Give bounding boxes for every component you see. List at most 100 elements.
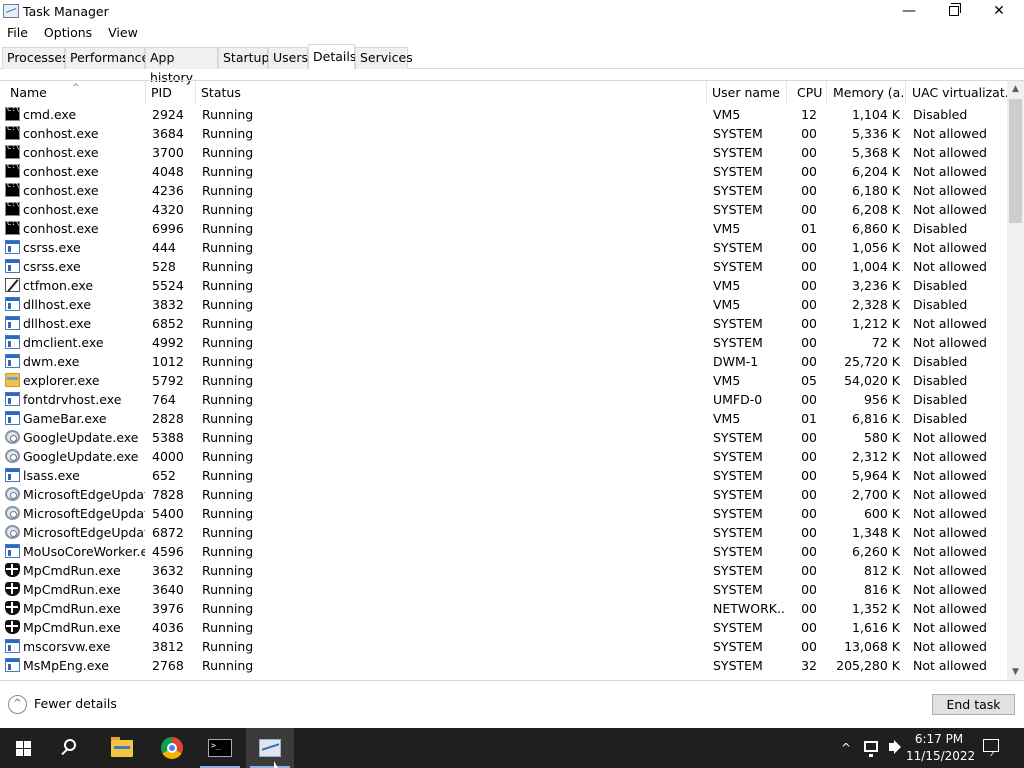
process-memory: 2,328 K — [852, 297, 900, 312]
process-status: Running — [202, 278, 254, 293]
search-button[interactable] — [48, 728, 96, 768]
table-row[interactable]: mscorsvw.exe 3812 Running SYSTEM 00 13,068 K N… — [0, 637, 1007, 656]
column-header-cpu[interactable]: CPU — [792, 81, 827, 105]
tab-app-history[interactable]: App history — [145, 47, 218, 85]
table-row[interactable]: conhost.exe 4320 Running SYSTEM 00 6,208 K Not… — [0, 200, 1007, 219]
column-header-name[interactable]: Name ^ — [5, 81, 146, 105]
table-row[interactable]: GameBar.exe 2828 Running VM5 01 6,816 K Disabl… — [0, 409, 1007, 428]
menu-options[interactable]: Options — [36, 24, 100, 44]
table-row[interactable]: fontdrvhost.exe 764 Running UMFD-0 00 956 K Di… — [0, 390, 1007, 409]
process-name: csrss.exe — [23, 240, 81, 255]
taskbar-command-prompt[interactable] — [196, 728, 244, 768]
table-row[interactable]: conhost.exe 3700 Running SYSTEM 00 5,368 K Not… — [0, 143, 1007, 162]
task-manager-icon — [3, 4, 19, 18]
taskbar-file-explorer[interactable] — [98, 728, 146, 768]
process-name: conhost.exe — [23, 164, 99, 179]
table-row[interactable]: MicrosoftEdgeUpdat... 7828 Running SYSTEM 00… — [0, 485, 1007, 504]
volume-tray[interactable] — [886, 728, 906, 768]
table-row[interactable]: ctfmon.exe 5524 Running VM5 00 3,236 K Disable… — [0, 276, 1007, 295]
table-row[interactable]: dllhost.exe 3832 Running VM5 00 2,328 K Disabl… — [0, 295, 1007, 314]
process-memory: 1,212 K — [852, 316, 900, 331]
process-user-name: SYSTEM — [713, 202, 763, 217]
action-center-button[interactable] — [980, 738, 1002, 758]
minimize-button[interactable]: — — [886, 0, 932, 24]
column-header-memory[interactable]: Memory (a... — [828, 81, 906, 105]
fewer-details-icon[interactable]: ^ — [8, 695, 27, 714]
process-status: Running — [202, 411, 254, 426]
column-header-status[interactable]: Status — [196, 81, 707, 105]
table-row[interactable]: MpCmdRun.exe 3976 Running NETWORK... 00 1,352… — [0, 599, 1007, 618]
process-pid: 2768 — [152, 658, 184, 673]
process-uac: Not allowed — [913, 468, 987, 483]
table-row[interactable]: lsass.exe 652 Running SYSTEM 00 5,964 K Not al… — [0, 466, 1007, 485]
menu-view[interactable]: View — [100, 24, 146, 44]
fewer-details-link[interactable]: Fewer details — [34, 696, 117, 711]
tab-startup[interactable]: Startup — [218, 47, 269, 69]
table-row[interactable]: MsMpEng.exe 2768 Running SYSTEM 32 205,280 K N… — [0, 656, 1007, 675]
scroll-thumb[interactable] — [1009, 99, 1022, 223]
table-row[interactable]: MoUsoCoreWorker.e... 4596 Running SYSTEM 00 6… — [0, 542, 1007, 561]
process-pid: 2828 — [152, 411, 184, 426]
table-row[interactable]: MpCmdRun.exe 4036 Running SYSTEM 00 1,616 K No… — [0, 618, 1007, 637]
gear-process-icon — [5, 430, 20, 444]
table-row[interactable]: csrss.exe 444 Running SYSTEM 00 1,056 K Not al… — [0, 238, 1007, 257]
scroll-up-icon[interactable]: ▲ — [1007, 81, 1024, 98]
gear-process-icon — [5, 487, 20, 501]
taskbar-task-manager[interactable] — [246, 728, 294, 768]
table-row[interactable]: GoogleUpdate.exe 5388 Running SYSTEM 00 580 K… — [0, 428, 1007, 447]
process-uac: Not allowed — [913, 544, 987, 559]
end-task-button[interactable]: End task — [932, 694, 1015, 715]
menu-file[interactable]: File — [0, 24, 36, 44]
process-status: Running — [202, 620, 254, 635]
table-row[interactable]: conhost.exe 6996 Running VM5 01 6,860 K Disabl… — [0, 219, 1007, 238]
scroll-down-icon[interactable]: ▼ — [1007, 664, 1024, 681]
process-uac: Disabled — [913, 221, 968, 236]
table-row[interactable]: csrss.exe 528 Running SYSTEM 00 1,004 K Not al… — [0, 257, 1007, 276]
column-header-user-name[interactable]: User name — [707, 81, 787, 105]
restore-button[interactable] — [931, 0, 977, 24]
clock[interactable]: 6:17 PM 11/15/2022 — [906, 731, 975, 765]
table-row[interactable]: MicrosoftEdgeUpdat... 5400 Running SYSTEM 00… — [0, 504, 1007, 523]
table-row[interactable]: MpCmdRun.exe 3632 Running SYSTEM 00 812 K Not … — [0, 561, 1007, 580]
table-row[interactable]: dwm.exe 1012 Running DWM-1 00 25,720 K Disable… — [0, 352, 1007, 371]
column-header-pid[interactable]: PID — [146, 81, 196, 105]
process-pid: 4236 — [152, 183, 184, 198]
table-row[interactable]: dmclient.exe 4992 Running SYSTEM 00 72 K Not a… — [0, 333, 1007, 352]
process-uac: Not allowed — [913, 145, 987, 160]
table-row[interactable]: conhost.exe 4048 Running SYSTEM 00 6,204 K Not… — [0, 162, 1007, 181]
table-row[interactable]: MpCmdRun.exe 3640 Running SYSTEM 00 816 K Not … — [0, 580, 1007, 599]
vertical-scrollbar[interactable]: ▲ ▼ — [1007, 81, 1024, 681]
process-status: Running — [202, 563, 254, 578]
table-row[interactable]: MicrosoftEdgeUpdat... 6872 Running SYSTEM 00… — [0, 523, 1007, 542]
table-row[interactable]: GoogleUpdate.exe 4000 Running SYSTEM 00 2,312… — [0, 447, 1007, 466]
tab-services[interactable]: Services — [355, 47, 413, 69]
process-memory: 816 K — [863, 582, 900, 597]
process-memory: 1,004 K — [852, 259, 900, 274]
process-user-name: VM5 — [713, 107, 741, 122]
show-hidden-icons-chevron-icon[interactable]: ^ — [838, 728, 854, 768]
table-row[interactable]: dllhost.exe 6852 Running SYSTEM 00 1,212 K Not… — [0, 314, 1007, 333]
table-row[interactable]: conhost.exe 4236 Running SYSTEM 00 6,180 K Not… — [0, 181, 1007, 200]
table-row[interactable]: conhost.exe 3684 Running SYSTEM 00 5,336 K Not… — [0, 124, 1007, 143]
process-cpu: 00 — [801, 449, 817, 464]
process-memory: 1,348 K — [852, 525, 900, 540]
win-process-icon — [5, 392, 20, 406]
table-row[interactable]: explorer.exe 5792 Running VM5 05 54,020 K Disa… — [0, 371, 1007, 390]
tab-details[interactable]: Details — [308, 44, 356, 70]
tab-processes[interactable]: Processes — [2, 47, 69, 69]
process-cpu: 00 — [801, 145, 817, 160]
process-uac: Not allowed — [913, 449, 987, 464]
network-tray[interactable] — [862, 728, 882, 768]
process-user-name: SYSTEM — [713, 525, 763, 540]
process-cpu: 01 — [801, 221, 817, 236]
column-header-uac[interactable]: UAC virtualizat... — [907, 81, 1007, 105]
process-cpu: 00 — [801, 259, 817, 274]
process-status: Running — [202, 601, 254, 616]
tab-performance[interactable]: Performance — [65, 47, 149, 69]
process-status: Running — [202, 240, 254, 255]
tab-users[interactable]: Users — [268, 47, 308, 69]
table-row[interactable]: cmd.exe 2924 Running VM5 12 1,104 K Disabled — [0, 105, 1007, 124]
start-button[interactable] — [0, 728, 48, 768]
taskbar-chrome[interactable] — [148, 728, 196, 768]
close-button[interactable]: ✕ — [976, 0, 1022, 24]
